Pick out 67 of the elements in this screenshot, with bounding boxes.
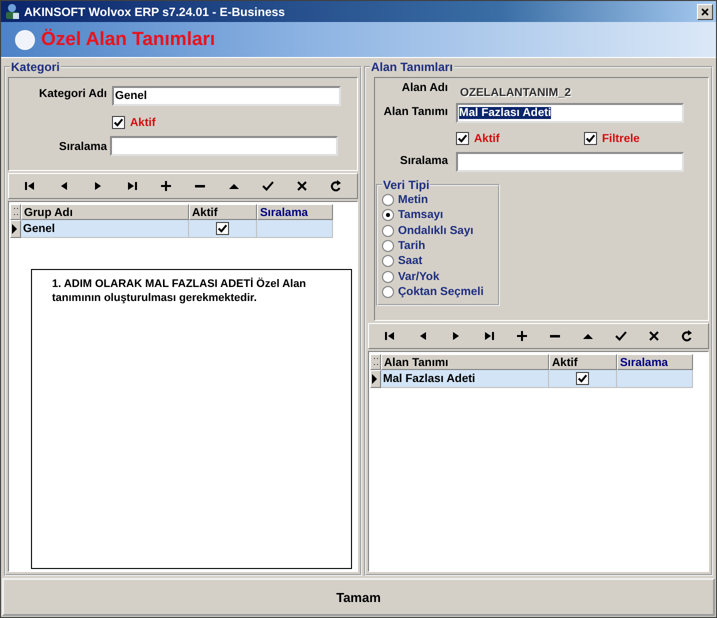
column-header[interactable]: Alan Tanımı [381, 354, 549, 370]
checkbox[interactable] [584, 132, 597, 145]
plus-icon[interactable] [160, 180, 172, 192]
close-button[interactable] [697, 4, 713, 20]
radio-button[interactable] [382, 240, 394, 252]
window-title: AKINSOFT Wolvox ERP s7.24.01 - E-Business [24, 4, 285, 18]
text-field[interactable] [110, 136, 338, 156]
radio-button[interactable] [382, 194, 394, 206]
refresh-icon[interactable] [681, 330, 694, 342]
skip-first-icon[interactable] [384, 330, 396, 342]
checkbox[interactable] [456, 132, 469, 145]
refresh-icon[interactable] [330, 180, 342, 192]
radio-button[interactable] [382, 209, 394, 222]
radio-button[interactable] [382, 286, 394, 298]
note-text: 1. ADIM OLARAK MAL FAZLASI ADETİ Özel Alan tanımının oluşturulması gerekmektedir. [31, 269, 352, 569]
radio-label: Tamsayı [398, 209, 444, 222]
skip-last-icon[interactable] [126, 180, 138, 192]
radio-label: Saat [398, 255, 422, 268]
text-field[interactable]: Genel [112, 86, 341, 106]
table-cell: Mal Fazlası Adeti [381, 370, 549, 388]
radio-label: Metin [398, 194, 428, 206]
radio-label: Var/Yok [398, 270, 440, 283]
column-header[interactable]: Grup Adı [21, 204, 189, 220]
close-icon[interactable] [296, 180, 308, 192]
column-header[interactable]: Aktif [549, 354, 617, 370]
checkmark-icon[interactable] [615, 330, 628, 342]
text-field[interactable] [456, 152, 684, 172]
table-row[interactable]: Mal Fazlası Adeti [370, 370, 707, 388]
page-title: Özel Alan Tanımları [41, 28, 216, 50]
field-label: Alan Tanımı [384, 106, 448, 118]
checkbox-label: Aktif [474, 132, 500, 144]
field-label: Alan Adı [402, 82, 448, 94]
field-label: Sıralama [59, 141, 107, 153]
ok-button[interactable]: Tamam [2, 578, 715, 616]
column-header[interactable]: Aktif [189, 204, 257, 220]
row-indicator-icon [371, 373, 377, 385]
checkmark-icon[interactable] [262, 180, 274, 192]
column-header[interactable]: Sıralama [257, 204, 333, 220]
group-title: Veri Tipi [382, 178, 430, 192]
checkbox[interactable] [576, 372, 589, 385]
radio-label: Çoktan Seçmeli [398, 286, 484, 298]
group-title: Alan Tanımları [370, 60, 454, 74]
checkbox-label: Aktif [130, 116, 156, 128]
radio-button[interactable] [382, 270, 394, 283]
text-field[interactable]: Mal Fazlası Adeti [456, 103, 684, 123]
close-icon[interactable] [701, 8, 709, 16]
close-icon[interactable] [648, 330, 660, 342]
circle-icon [15, 30, 35, 50]
field-label: Kategori Adı [39, 88, 107, 100]
field-value: OZELALANTANIM_2 [460, 87, 571, 99]
column-header[interactable]: Sıralama [617, 354, 693, 370]
row-indicator-icon [11, 223, 17, 235]
checkbox[interactable] [216, 222, 229, 235]
skip-last-icon[interactable] [482, 330, 495, 342]
plus-icon[interactable] [516, 330, 528, 342]
checkbox[interactable] [112, 116, 125, 129]
field-label: Sıralama [400, 155, 448, 167]
table-row[interactable]: Genel [10, 220, 356, 238]
radio-label: Ondalıklı Sayı [398, 224, 474, 237]
checkbox-label: Filtrele [602, 132, 640, 144]
radio-button[interactable] [382, 224, 394, 237]
group-title: Kategori [10, 60, 61, 74]
radio-label: Tarih [398, 240, 426, 252]
skip-first-icon[interactable] [24, 180, 36, 192]
radio-button[interactable] [382, 255, 394, 268]
table-cell: Genel [21, 220, 189, 238]
app-logo-icon [4, 3, 21, 20]
